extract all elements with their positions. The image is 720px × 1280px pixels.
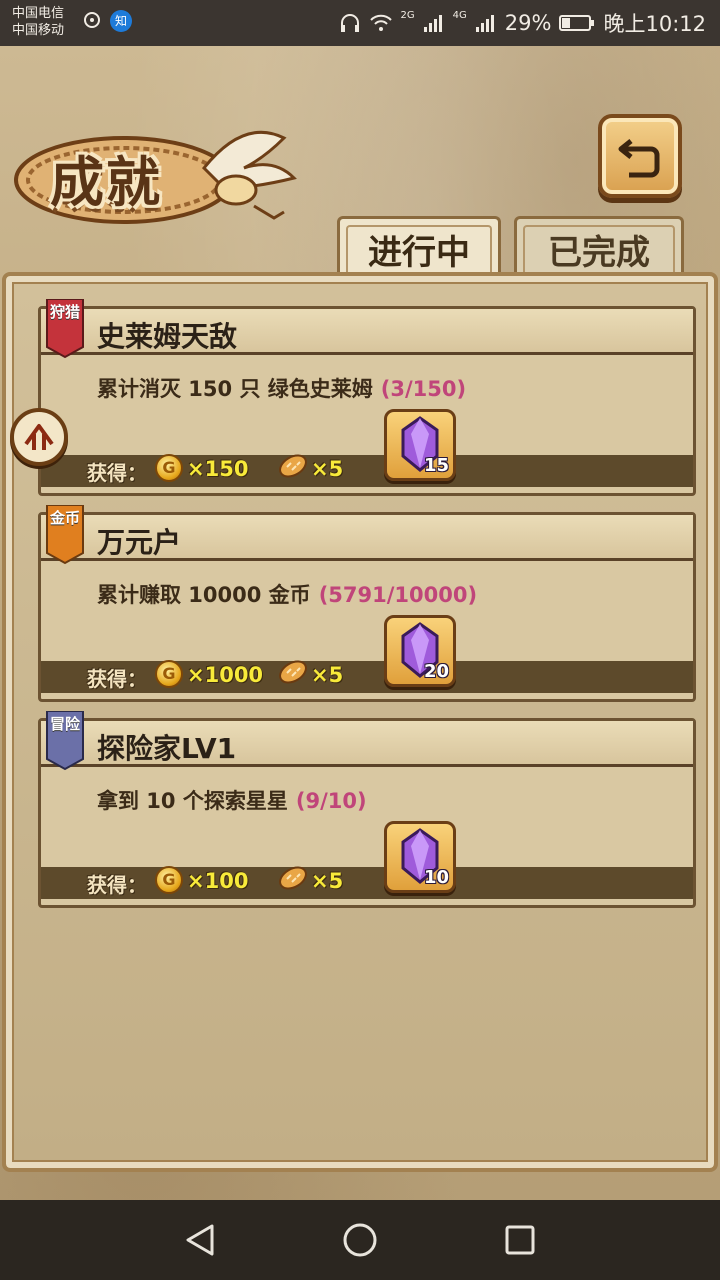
coin-reward: ×1000 xyxy=(187,663,264,687)
description-text: 累计消灭 150 只 绿色史莱姆 xyxy=(97,377,373,401)
status-right: 2G 4G 29% 晚上10:12 xyxy=(339,8,706,38)
progress-text: (5791/10000) xyxy=(318,583,478,607)
crystal-reward-box[interactable]: 15 xyxy=(384,409,456,481)
floating-menu-button[interactable] xyxy=(10,408,68,466)
triangle-back-icon xyxy=(186,1224,214,1256)
headphones-icon xyxy=(340,14,359,32)
badge-label: 金币 xyxy=(49,509,80,527)
achievement-title: 史莱姆天敌 xyxy=(97,320,238,353)
coin-reward: ×100 xyxy=(187,869,249,893)
signal-icon-2 xyxy=(475,15,494,32)
achievement-card: 狩猎 史莱姆天敌 累计消灭 150 只 绿色史莱姆 (3/150) 获得： G ×… xyxy=(38,299,696,496)
crystal-count: 10 xyxy=(423,867,449,888)
circle-home-icon xyxy=(343,1223,377,1257)
reward-label: 获得： xyxy=(87,461,147,485)
crystal-count: 20 xyxy=(423,661,449,682)
nav-home-button[interactable] xyxy=(340,1220,380,1260)
tab-completed-label: 已完成 xyxy=(548,233,650,273)
wifi-icon xyxy=(369,14,392,31)
coin-reward: ×150 xyxy=(187,457,249,481)
nav-back-button[interactable] xyxy=(180,1220,220,1260)
progress-text: (9/10) xyxy=(295,789,367,813)
return-arrow-icon xyxy=(618,139,660,178)
carrier-2: 中国移动 xyxy=(12,23,65,38)
sync-icon xyxy=(82,10,102,34)
description-text: 拿到 10 个探索星星 xyxy=(97,789,288,813)
crystal-count: 15 xyxy=(423,455,449,476)
clock: 晚上10:12 xyxy=(603,12,706,36)
achievement-description: 累计赚取 10000 金币 (5791/10000) xyxy=(97,579,477,609)
bread-icon xyxy=(279,454,307,478)
description-text: 累计赚取 10000 金币 xyxy=(97,583,311,607)
achievement-description: 累计消灭 150 只 绿色史莱姆 (3/150) xyxy=(97,373,466,403)
bread-reward: ×5 xyxy=(311,457,344,481)
crystal-reward-box[interactable]: 10 xyxy=(384,821,456,893)
progress-text: (3/150) xyxy=(380,377,467,401)
crystal-reward-box[interactable]: 20 xyxy=(384,615,456,687)
gold-coin-icon: G xyxy=(155,454,183,482)
achievement-card: 冒险 探险家LV1 拿到 10 个探索星星 (9/10) 获得： G ×100 ×… xyxy=(38,711,696,908)
up-arrow-icon xyxy=(24,424,54,450)
bread-icon xyxy=(279,866,307,890)
battery-percent: 29% xyxy=(504,11,552,35)
page-title: 成就 xyxy=(50,150,162,214)
signal-2g-label: 2G xyxy=(400,9,415,21)
bread-reward: ×5 xyxy=(311,869,344,893)
zhihu-app-icon: 知 xyxy=(110,10,132,32)
badge-label: 狩猎 xyxy=(49,303,80,321)
signal-icon xyxy=(423,15,442,32)
bread-reward: ×5 xyxy=(311,663,344,687)
reward-label: 获得： xyxy=(87,873,147,897)
signal-4g-label: 4G xyxy=(452,9,467,21)
square-recents-icon xyxy=(505,1225,535,1255)
achievement-title: 探险家LV1 xyxy=(97,732,237,765)
tab-in-progress[interactable]: 进行中 xyxy=(337,216,501,280)
achievement-list-panel: 狩猎 史莱姆天敌 累计消灭 150 只 绿色史莱姆 (3/150) 获得： G ×… xyxy=(2,272,718,1172)
tab-in-progress-label: 进行中 xyxy=(368,233,470,273)
carrier-1: 中国电信 xyxy=(12,6,65,21)
back-button[interactable] xyxy=(598,114,682,198)
gold-coin-icon: G xyxy=(155,866,183,894)
tab-completed[interactable]: 已完成 xyxy=(514,216,684,280)
achievement-description: 拿到 10 个探索星星 (9/10) xyxy=(97,785,367,815)
navigation-bar xyxy=(0,1200,720,1280)
achievement-card: 金币 万元户 累计赚取 10000 金币 (5791/10000) 获得： G ×… xyxy=(38,505,696,702)
achievement-title: 万元户 xyxy=(97,526,182,559)
battery-icon xyxy=(559,15,595,31)
nav-recents-button[interactable] xyxy=(500,1220,540,1260)
reward-label: 获得： xyxy=(87,667,147,691)
carrier-info: 中国电信 中国移动 xyxy=(12,5,64,39)
badge-label: 冒险 xyxy=(49,715,80,733)
bread-icon xyxy=(279,660,307,684)
gold-coin-icon: G xyxy=(155,660,183,688)
